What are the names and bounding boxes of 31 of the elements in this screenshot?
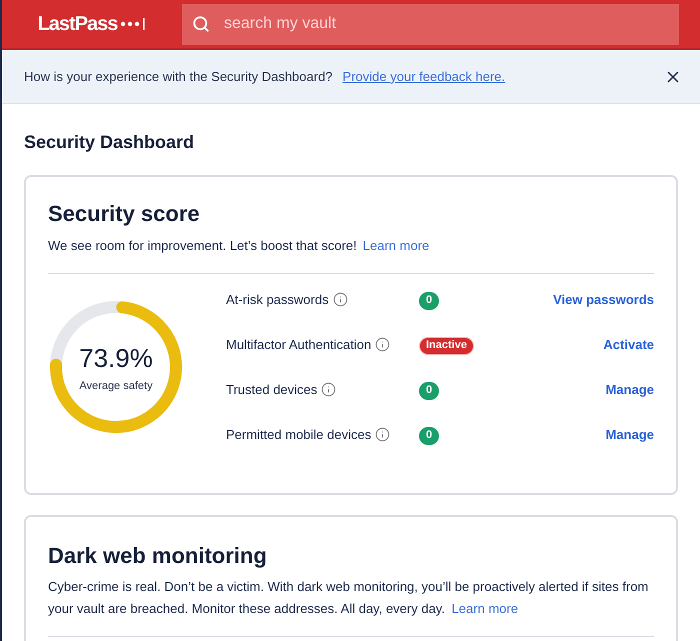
info-icon[interactable] — [375, 337, 390, 352]
page-title: Security Dashboard — [24, 131, 196, 154]
action-link[interactable]: Activate — [603, 334, 654, 354]
banner-text: How is your experience with the Security Dashboard? — [24, 68, 333, 86]
card-title: Dark web monitoring — [48, 542, 268, 570]
learn-more-link[interactable]: Learn more — [452, 601, 518, 616]
feedback-link[interactable]: Provide your feedback here. — [342, 66, 506, 86]
action-link[interactable]: Manage — [606, 380, 654, 400]
logo-dots-icon — [120, 18, 146, 30]
metric-label: Multifactor Authentication — [226, 336, 372, 354]
card-description: We see room for improvement. Let’s boost that score! — [48, 237, 357, 255]
search-field[interactable]: search my vault — [182, 4, 679, 44]
logo: LastPass — [38, 12, 118, 37]
metric-label: Permitted mobile devices — [226, 426, 372, 444]
card-description: Cyber-crime is real. Don’t be a victim. With dark web monitoring, you’ll be proactively alerted if sites from your vault are breached. Monitor these addresses. All day, every day. Learn more — [48, 576, 654, 637]
count-badge: 0 — [419, 292, 439, 310]
card-title: Security score — [48, 200, 201, 228]
status-badge: Inactive — [419, 336, 474, 355]
info-icon[interactable] — [375, 427, 390, 442]
info-icon[interactable] — [332, 292, 348, 307]
count-badge: 0 — [419, 382, 439, 400]
action-link[interactable]: Manage — [606, 424, 654, 444]
count-badge: 0 — [419, 426, 439, 445]
score-caption: Average safety — [79, 379, 153, 394]
metric-label: Trusted devices — [226, 380, 318, 399]
search-icon — [192, 14, 210, 32]
score-value: 73.9% — [79, 342, 153, 376]
learn-more-link[interactable]: Learn more — [362, 236, 430, 256]
metric-label: At-risk passwords — [226, 290, 329, 309]
action-link[interactable]: View passwords — [553, 290, 654, 310]
info-icon[interactable] — [321, 382, 336, 397]
